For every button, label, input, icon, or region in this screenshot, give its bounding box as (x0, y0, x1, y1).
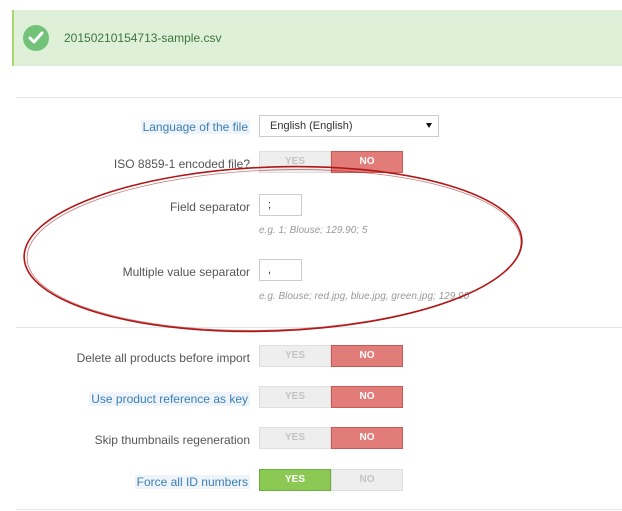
divider (16, 97, 622, 98)
force-ids-no-option[interactable]: NO (331, 469, 403, 491)
divider (16, 327, 622, 328)
use-reference-yes-option[interactable]: YES (259, 386, 331, 408)
skip-thumbnails-label: Skip thumbnails regeneration (94, 433, 250, 447)
check-circle-icon (23, 25, 49, 51)
language-label: Language of the file (140, 120, 250, 134)
multiple-separator-input[interactable]: , (259, 259, 302, 281)
iso-label: ISO 8859-1 encoded file? (113, 157, 250, 171)
language-select[interactable]: English (English) (259, 115, 439, 137)
multiple-separator-hint: e.g. Blouse; red.jpg, blue.jpg, green.jp… (259, 291, 470, 302)
skip-thumbnails-toggle[interactable]: YES NO (259, 427, 403, 449)
use-reference-label: Use product reference as key (89, 392, 250, 406)
iso-yes-option[interactable]: YES (259, 151, 331, 173)
skip-thumbnails-yes-option[interactable]: YES (259, 427, 331, 449)
uploaded-filename: 20150210154713-sample.csv (64, 31, 222, 45)
delete-all-no-option[interactable]: NO (331, 345, 403, 367)
field-separator-input[interactable]: ; (259, 194, 302, 216)
success-alert: 20150210154713-sample.csv (12, 10, 622, 66)
field-separator-label: Field separator (169, 200, 250, 214)
delete-all-label: Delete all products before import (76, 351, 250, 365)
language-select-value: English (English) (270, 120, 353, 132)
force-ids-toggle[interactable]: YES NO (259, 469, 403, 491)
iso-no-option[interactable]: NO (331, 151, 403, 173)
use-reference-no-option[interactable]: NO (331, 386, 403, 408)
multiple-separator-label: Multiple value separator (122, 265, 250, 279)
caret-down-icon (426, 123, 432, 128)
force-ids-label: Force all ID numbers (134, 475, 250, 489)
delete-all-toggle[interactable]: YES NO (259, 345, 403, 367)
force-ids-yes-option[interactable]: YES (259, 469, 331, 491)
divider (16, 509, 622, 510)
use-reference-toggle[interactable]: YES NO (259, 386, 403, 408)
skip-thumbnails-no-option[interactable]: NO (331, 427, 403, 449)
iso-toggle[interactable]: YES NO (259, 151, 403, 173)
delete-all-yes-option[interactable]: YES (259, 345, 331, 367)
field-separator-hint: e.g. 1; Blouse; 129.90; 5 (259, 225, 368, 236)
